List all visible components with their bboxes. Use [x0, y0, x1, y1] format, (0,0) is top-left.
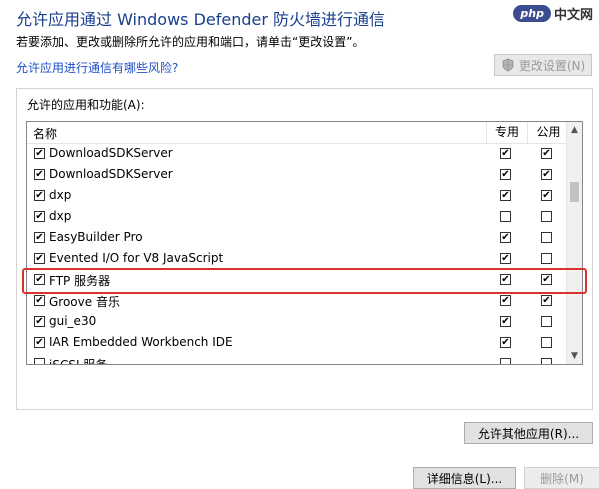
- list-item[interactable]: ✔ Groove 音乐 ✔ ✔: [27, 291, 568, 312]
- private-checkbox[interactable]: ✔: [500, 253, 511, 264]
- public-checkbox[interactable]: ✔: [541, 169, 552, 180]
- list-item[interactable]: ✔ gui_e30 ✔: [27, 312, 568, 333]
- enable-checkbox[interactable]: ✔: [34, 148, 45, 159]
- enable-checkbox[interactable]: ✔: [34, 211, 45, 222]
- details-button[interactable]: 详细信息(L)...: [413, 467, 516, 489]
- list-item[interactable]: ✔ DownloadSDKServer ✔ ✔: [27, 144, 568, 165]
- list-item[interactable]: ✔ dxp ✔ ✔: [27, 186, 568, 207]
- scroll-thumb[interactable]: [570, 182, 579, 202]
- public-checkbox[interactable]: [541, 358, 552, 364]
- private-checkbox[interactable]: ✔: [500, 232, 511, 243]
- app-name: gui_e30: [49, 314, 97, 328]
- allow-other-app-button[interactable]: 允许其他应用(R)...: [464, 422, 593, 444]
- private-checkbox[interactable]: [500, 211, 511, 222]
- enable-checkbox[interactable]: ✔: [34, 316, 45, 327]
- private-checkbox[interactable]: ✔: [500, 337, 511, 348]
- private-checkbox[interactable]: ✔: [500, 148, 511, 159]
- enable-checkbox[interactable]: ✔: [34, 337, 45, 348]
- app-name: dxp: [49, 188, 72, 202]
- enable-checkbox[interactable]: ✔: [34, 232, 45, 243]
- list-item[interactable]: iSCSI 服务: [27, 354, 568, 365]
- public-checkbox[interactable]: [541, 211, 552, 222]
- app-name: dxp: [49, 209, 72, 223]
- uac-shield-icon: [502, 58, 514, 72]
- private-checkbox[interactable]: ✔: [500, 169, 511, 180]
- list-item[interactable]: ✔ IAR Embedded Workbench IDE ✔: [27, 333, 568, 354]
- page-title: 允许应用通过 Windows Defender 防火墙进行通信: [16, 10, 386, 29]
- app-name: DownloadSDKServer: [49, 146, 173, 160]
- public-checkbox[interactable]: [541, 316, 552, 327]
- list-item[interactable]: ✔ FTP 服务器 ✔ ✔: [27, 270, 568, 291]
- private-checkbox[interactable]: [500, 358, 511, 364]
- public-checkbox[interactable]: [541, 337, 552, 348]
- list-item[interactable]: ✔ dxp: [27, 207, 568, 228]
- public-checkbox[interactable]: [541, 232, 552, 243]
- remove-button[interactable]: 删除(M): [524, 467, 599, 489]
- risk-link[interactable]: 允许应用进行通信有哪些风险?: [16, 59, 178, 76]
- list-item[interactable]: ✔ EasyBuilder Pro ✔: [27, 228, 568, 249]
- public-checkbox[interactable]: ✔: [541, 274, 552, 285]
- watermark-text: 中文网: [553, 7, 593, 23]
- list-header: 名称 专用 公用: [27, 122, 568, 144]
- app-name: iSCSI 服务: [49, 358, 108, 365]
- enable-checkbox[interactable]: [34, 358, 45, 364]
- list-item[interactable]: ✔ DownloadSDKServer ✔ ✔: [27, 165, 568, 186]
- public-checkbox[interactable]: ✔: [541, 295, 552, 306]
- enable-checkbox[interactable]: ✔: [34, 274, 45, 285]
- enable-checkbox[interactable]: ✔: [34, 169, 45, 180]
- app-name: Groove 音乐: [49, 295, 120, 309]
- private-checkbox[interactable]: ✔: [500, 316, 511, 327]
- app-name: DownloadSDKServer: [49, 167, 173, 181]
- app-name: FTP 服务器: [49, 274, 111, 288]
- app-name: IAR Embedded Workbench IDE: [49, 335, 233, 349]
- list-item[interactable]: ✔ Evented I/O for V8 JavaScript ✔: [27, 249, 568, 270]
- public-checkbox[interactable]: ✔: [541, 190, 552, 201]
- scroll-down-icon[interactable]: ▼: [567, 348, 582, 364]
- column-header-private[interactable]: 专用: [486, 122, 527, 143]
- enable-checkbox[interactable]: ✔: [34, 295, 45, 306]
- list-rows: ✔ DownloadSDKServer ✔ ✔ ✔ DownloadSDKServer ✔ ✔…: [27, 144, 568, 365]
- enable-checkbox[interactable]: ✔: [34, 190, 45, 201]
- scroll-up-icon[interactable]: ▲: [567, 122, 582, 138]
- apps-list[interactable]: 名称 专用 公用 ✔ DownloadSDKServer ✔ ✔ ✔ DownloadSD…: [26, 121, 583, 365]
- vertical-scrollbar[interactable]: ▲ ▼: [566, 122, 582, 364]
- private-checkbox[interactable]: ✔: [500, 190, 511, 201]
- change-settings-label: 更改设置(N): [518, 58, 586, 73]
- public-checkbox[interactable]: [541, 253, 552, 264]
- enable-checkbox[interactable]: ✔: [34, 253, 45, 264]
- watermark-badge: php: [513, 4, 551, 22]
- app-name: EasyBuilder Pro: [49, 230, 143, 244]
- page-subtitle: 若要添加、更改或删除所允许的应用和端口，请单击“更改设置”。: [16, 35, 365, 49]
- change-settings-button[interactable]: 更改设置(N): [494, 54, 592, 76]
- private-checkbox[interactable]: ✔: [500, 295, 511, 306]
- private-checkbox[interactable]: ✔: [500, 274, 511, 285]
- app-name: Evented I/O for V8 JavaScript: [49, 251, 224, 265]
- column-header-public[interactable]: 公用: [527, 122, 569, 143]
- allowed-apps-label: 允许的应用和功能(A):: [27, 98, 145, 112]
- column-header-name[interactable]: 名称: [33, 125, 57, 142]
- allowed-apps-group: 允许的应用和功能(A): 名称 专用 公用 ✔ DownloadSDKServer…: [16, 88, 599, 489]
- watermark-logo: php 中文网: [513, 2, 593, 24]
- public-checkbox[interactable]: ✔: [541, 148, 552, 159]
